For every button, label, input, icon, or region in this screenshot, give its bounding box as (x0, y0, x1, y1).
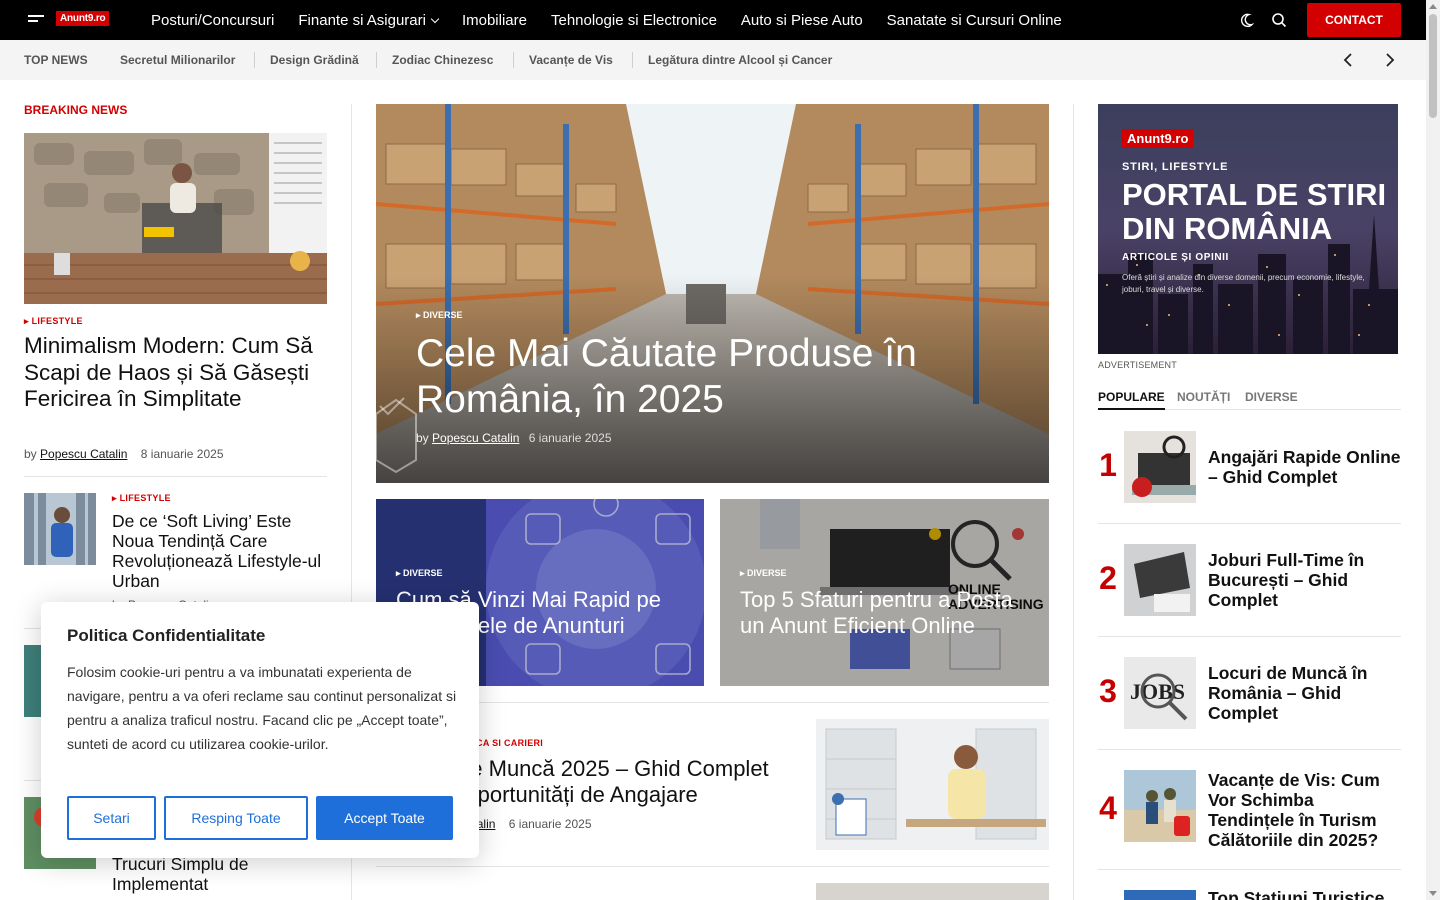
popular-tabs: POPULARE NOUTĂȚI DIVERSE (1098, 390, 1401, 410)
popular-title[interactable]: Angajări Rapide Online – Ghid Complet (1208, 447, 1401, 487)
breaking-main-image[interactable] (24, 133, 327, 304)
popular-title[interactable]: Locuri de Muncă în România – Ghid Comple… (1208, 663, 1401, 723)
hero-byline: by Popescu Catalin 6 ianuarie 2025 (416, 431, 1016, 445)
divider (513, 52, 514, 68)
rank-number: 4 (1099, 790, 1117, 826)
top-news-item[interactable]: Secretul Milionarilor (120, 53, 235, 67)
nav-links: Posturi/Concursuri Finante si Asigurari … (151, 0, 1086, 40)
cookie-accept-button[interactable]: Accept Toate (316, 796, 453, 840)
rank-number: 2 (1099, 560, 1117, 596)
chevron-down-icon (430, 14, 440, 23)
article-date: 6 ianuarie 2025 (528, 431, 612, 445)
top-news-item[interactable]: Design Grădină (270, 53, 359, 67)
hero-title[interactable]: Cele Mai Căutate Produse în România, în … (416, 331, 1016, 423)
search-icon[interactable] (1271, 12, 1287, 28)
divider (632, 52, 633, 68)
cookie-title: Politica Confidentialitate (67, 626, 266, 645)
scroll-up-arrow-icon[interactable] (1429, 4, 1437, 9)
ad-description: Oferă știri și analize din diverse domen… (1122, 273, 1365, 294)
popular-title[interactable]: Joburi Full-Time în București – Ghid Com… (1208, 550, 1401, 610)
dark-mode-icon[interactable] (1238, 12, 1254, 28)
popular-title[interactable]: Top Stațiuni Turistice (1208, 888, 1401, 900)
chevron-right-icon[interactable] (1381, 52, 1397, 68)
popular-item[interactable]: 4 Vacanțe de Vis: Cum Vor Schimba Tendin… (1098, 750, 1401, 870)
top-news-bar: TOP NEWS Secretul Milionarilor Design Gr… (0, 40, 1426, 80)
popular-item[interactable]: 3 JOBS Locuri de Muncă în România – Ghid… (1098, 637, 1401, 750)
category-label[interactable]: DIVERSE (740, 568, 1030, 579)
category-label[interactable]: DIVERSE (396, 568, 686, 579)
site-logo[interactable]: Anunt9.ro (56, 11, 110, 26)
article-byline: by Popescu Catalin 8 ianuarie 2025 (24, 447, 224, 461)
divider (254, 52, 255, 68)
chevron-left-icon[interactable] (1341, 52, 1357, 68)
cookie-reject-button[interactable]: Resping Toate (164, 796, 308, 840)
article-thumbnail[interactable] (816, 883, 1049, 900)
nav-link-tehnologie[interactable]: Tehnologie si Electronice (551, 12, 717, 29)
popular-title[interactable]: Vacanțe de Vis: Cum Vor Schimba Tendințe… (1208, 770, 1401, 850)
top-news-item[interactable]: Vacanțe de Vis (529, 53, 613, 67)
ad-subheadline: ARTICOLE ȘI OPINII (1122, 252, 1229, 263)
article-date: 8 ianuarie 2025 (140, 447, 224, 461)
rank-number: 1 (1099, 447, 1117, 483)
card-title[interactable]: Top 5 Sfaturi pentru a Posta un Anunt Ef… (740, 587, 1030, 639)
popular-thumbnail[interactable]: JOBS (1124, 657, 1196, 729)
scrollbar-thumb[interactable] (1429, 14, 1437, 118)
divider (376, 52, 377, 68)
column-divider (1073, 104, 1074, 900)
cookie-text: Folosim cookie-uri pentru a va imbunatat… (67, 664, 457, 752)
ad-headline: PORTAL DE STIRI DIN ROMÂNIA (1122, 177, 1387, 246)
author-link[interactable]: Popescu Catalin (40, 447, 127, 461)
nav-link-sanatate[interactable]: Sanatate si Cursuri Online (887, 12, 1062, 29)
author-link[interactable]: Popescu Catalin (432, 431, 519, 445)
svg-text:JOBS: JOBS (1130, 679, 1185, 704)
divider (24, 476, 327, 477)
category-label[interactable]: LIFESTYLE (24, 316, 83, 327)
nav-link-imobiliare[interactable]: Imobiliare (462, 12, 527, 29)
article-title[interactable]: Minimalism Modern: Cum Să Scapi de Haos … (24, 333, 327, 413)
popular-thumbnail[interactable] (1124, 431, 1196, 503)
popular-item[interactable]: 2 Joburi Full-Time în București – Ghid C… (1098, 524, 1401, 637)
top-news-label: TOP NEWS (24, 53, 88, 67)
article-thumbnail[interactable] (816, 719, 1049, 850)
menu-icon[interactable] (28, 15, 44, 25)
top-news-item[interactable]: Legătura dintre Alcool și Cancer (648, 53, 832, 67)
advertisement-label: ADVERTISEMENT (1098, 360, 1177, 370)
cookie-settings-button[interactable]: Setari (67, 796, 156, 840)
article-thumbnail[interactable] (24, 493, 96, 565)
nav-link-auto[interactable]: Auto si Piese Auto (741, 12, 863, 29)
top-navigation: Anunt9.ro Posturi/Concursuri Finante si … (0, 0, 1426, 40)
hero-overlay: DIVERSE Cele Mai Căutate Produse în Româ… (416, 310, 1016, 445)
nav-link-finante[interactable]: Finante si Asigurari (298, 11, 440, 29)
tab-diverse[interactable]: DIVERSE (1245, 390, 1298, 404)
top-news-item[interactable]: Zodiac Chinezesc (392, 53, 493, 67)
byline-prefix: by (24, 447, 37, 461)
ad-logo: Anunt9.ro (1122, 129, 1194, 148)
category-label[interactable]: DIVERSE (416, 310, 1016, 321)
card-overlay: DIVERSE Top 5 Sfaturi pentru a Posta un … (740, 568, 1030, 639)
article-title[interactable]: Trucuri Simplu de Implementat (112, 854, 327, 894)
popular-thumbnail[interactable] (1124, 770, 1196, 842)
tab-noutati[interactable]: NOUTĂȚI (1177, 390, 1230, 404)
article-title[interactable]: De ce ‘Soft Living’ Este Noua Tendință C… (112, 511, 327, 591)
tab-populare[interactable]: POPULARE (1098, 390, 1165, 410)
popular-thumbnail[interactable] (1124, 544, 1196, 616)
contact-button[interactable]: CONTACT (1307, 3, 1401, 37)
article-date: 6 ianuarie 2025 (508, 817, 592, 831)
nav-link-finante-label: Finante si Asigurari (298, 11, 426, 29)
popular-thumbnail[interactable] (1124, 890, 1196, 900)
cookie-consent-dialog: Politica Confidentialitate Folosim cooki… (41, 602, 479, 858)
nav-link-posturi[interactable]: Posturi/Concursuri (151, 12, 274, 29)
divider (376, 866, 1049, 867)
scroll-down-arrow-icon[interactable] (1429, 891, 1437, 896)
ad-kicker: STIRI, LIFESTYLE (1122, 161, 1229, 173)
breaking-news-label: BREAKING NEWS (24, 103, 128, 117)
popular-item[interactable]: 1 Angajări Rapide Online – Ghid Complet (1098, 411, 1401, 524)
byline-prefix: by (416, 431, 429, 445)
page-scrollbar[interactable] (1426, 0, 1440, 900)
category-label[interactable]: LIFESTYLE (112, 493, 171, 504)
rank-number: 3 (1099, 673, 1117, 709)
